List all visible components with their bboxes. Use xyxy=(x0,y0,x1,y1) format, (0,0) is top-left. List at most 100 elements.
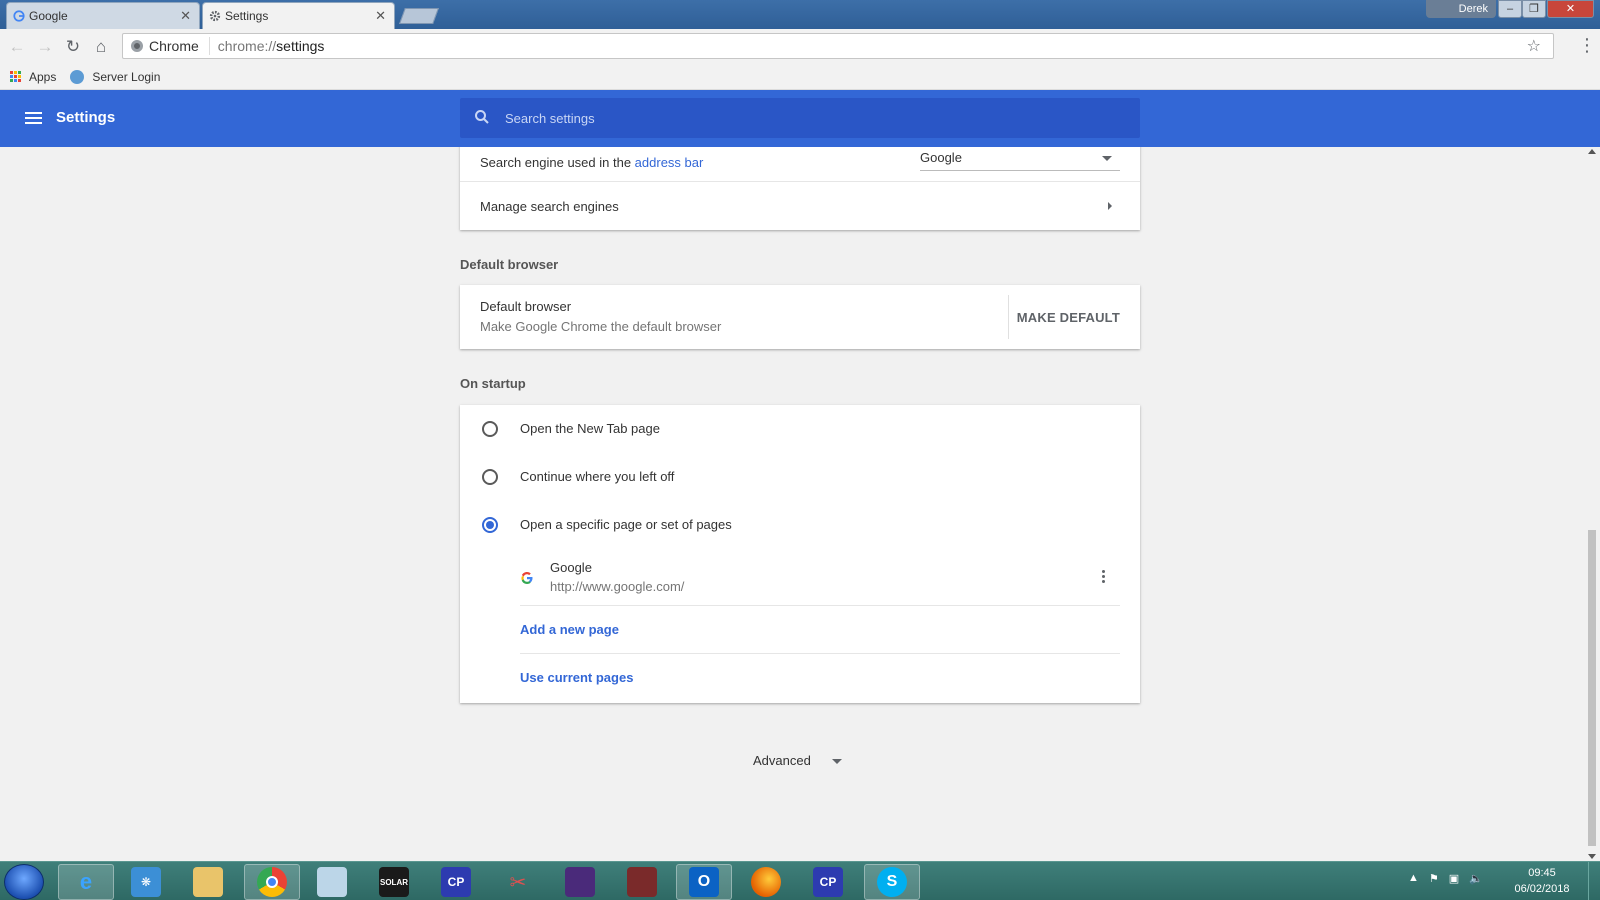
clock-time: 09:45 xyxy=(1528,867,1556,879)
section-title-on-startup: On startup xyxy=(460,376,526,391)
manage-search-engines-row[interactable]: Manage search engines xyxy=(460,182,1140,230)
bookmark-star-icon[interactable]: ☆ xyxy=(1527,36,1541,56)
browser-toolbar: ← → ↻ ⌂ Chrome chrome://settings ☆ ⋮ xyxy=(0,29,1600,64)
back-arrow-icon[interactable]: ← xyxy=(6,36,28,58)
chevron-right-icon xyxy=(1108,202,1112,210)
firefox-icon[interactable] xyxy=(738,864,794,900)
scissors-icon[interactable]: ✂ xyxy=(490,864,546,900)
video-editor-icon[interactable] xyxy=(552,864,608,900)
radio-button-selected[interactable] xyxy=(482,517,498,533)
gear-icon xyxy=(209,10,221,22)
home-icon[interactable]: ⌂ xyxy=(90,36,112,58)
google-g-icon xyxy=(521,572,533,584)
default-browser-title: Default browser xyxy=(480,299,572,314)
minimize-button[interactable]: – xyxy=(1498,0,1522,18)
address-bar[interactable]: Chrome chrome://settings ☆ xyxy=(122,33,1554,59)
server-login-icon xyxy=(70,69,85,84)
section-title-default-browser: Default browser xyxy=(460,257,559,272)
search-engine-select[interactable]: Google xyxy=(920,147,1120,171)
forward-arrow-icon[interactable]: → xyxy=(34,36,56,58)
system-tray: ▲ ⚑ ▣ 🔈 xyxy=(1408,872,1483,885)
add-new-page-link[interactable]: Add a new page xyxy=(520,622,619,637)
startup-option-label: Open the New Tab page xyxy=(520,421,660,436)
manage-search-engines-label: Manage search engines xyxy=(480,198,619,214)
new-tab-button[interactable] xyxy=(399,8,439,24)
startup-page-url: http://www.google.com/ xyxy=(550,579,685,594)
search-engine-card: Search engine used in the address bar Go… xyxy=(460,147,1140,230)
skype-icon[interactable]: S xyxy=(864,864,920,900)
tree-app-icon[interactable]: ❋ xyxy=(118,864,174,900)
tab-settings[interactable]: Settings ✕ xyxy=(202,2,395,29)
file-explorer-icon[interactable] xyxy=(180,864,236,900)
bookmark-label: Apps xyxy=(29,69,57,84)
clock-date: 06/02/2018 xyxy=(1514,883,1570,895)
startup-option-label: Continue where you left off xyxy=(520,469,675,484)
settings-content: Search engine used in the address bar Go… xyxy=(0,147,1584,861)
action-center-icon[interactable]: ⚑ xyxy=(1429,872,1439,885)
reload-icon[interactable]: ↻ xyxy=(62,36,84,58)
internet-explorer-icon[interactable]: e xyxy=(58,864,114,900)
make-default-button[interactable]: MAKE DEFAULT xyxy=(1017,310,1120,325)
chrome-icon[interactable] xyxy=(244,864,300,900)
search-icon xyxy=(475,110,489,124)
film-icon[interactable] xyxy=(614,864,670,900)
url-text[interactable]: chrome://settings xyxy=(210,38,325,54)
default-browser-subtitle: Make Google Chrome the default browser xyxy=(480,319,722,334)
window-close-button[interactable]: ✕ xyxy=(1547,0,1594,18)
browser-menu-icon[interactable]: ⋮ xyxy=(1578,35,1596,56)
startup-page-title: Google xyxy=(550,560,592,575)
maximize-button[interactable]: ❐ xyxy=(1522,0,1546,18)
profile-button[interactable]: Derek xyxy=(1426,0,1496,18)
divider xyxy=(1008,295,1009,339)
startup-option-label: Open a specific page or set of pages xyxy=(520,517,732,532)
outlook-icon[interactable]: O xyxy=(676,864,732,900)
scrollbar-thumb[interactable] xyxy=(1588,530,1596,846)
use-current-pages-link[interactable]: Use current pages xyxy=(520,670,633,685)
cp-icon[interactable]: CP xyxy=(428,864,484,900)
windows-taskbar: e ❋ SOLAR CP ✂ O CP S ▲ ⚑ ▣ 🔈 09:45 06/0… xyxy=(0,861,1600,900)
tab-google[interactable]: Google ✕ xyxy=(6,2,200,29)
scroll-up-icon[interactable] xyxy=(1588,149,1596,154)
search-engine-row: Search engine used in the address bar Go… xyxy=(460,147,1140,181)
cp-icon[interactable]: CP xyxy=(800,864,856,900)
tab-title: Google xyxy=(29,9,68,23)
radio-button[interactable] xyxy=(482,421,498,437)
scroll-down-icon[interactable] xyxy=(1588,854,1596,859)
settings-header: Settings xyxy=(0,90,1600,147)
bookmark-apps[interactable]: Apps xyxy=(10,70,56,84)
page-title: Settings xyxy=(56,109,116,126)
start-button[interactable] xyxy=(4,864,44,900)
tray-expand-icon[interactable]: ▲ xyxy=(1408,872,1419,885)
apps-grid-icon xyxy=(10,71,21,82)
browser-titlebar: Google ✕ Settings ✕ Derek – ❐ ✕ xyxy=(0,0,1600,29)
advanced-label: Advanced xyxy=(753,753,811,768)
chrome-icon xyxy=(131,40,143,52)
menu-icon[interactable] xyxy=(25,112,42,124)
close-icon[interactable]: ✕ xyxy=(375,8,386,24)
search-engine-label: Search engine used in the address bar xyxy=(480,154,704,170)
chevron-down-icon xyxy=(832,759,842,764)
bookmark-server-login[interactable]: Server Login xyxy=(70,69,161,84)
tab-title: Settings xyxy=(225,9,269,23)
google-g-icon xyxy=(13,10,25,22)
more-options-icon[interactable] xyxy=(1102,570,1106,585)
network-icon[interactable]: ▣ xyxy=(1449,872,1459,885)
search-settings-box[interactable] xyxy=(460,98,1140,138)
chevron-down-icon xyxy=(1102,156,1112,161)
scrollbar[interactable] xyxy=(1584,147,1600,861)
notepad-icon[interactable] xyxy=(304,864,360,900)
site-label: Chrome xyxy=(149,38,199,54)
radio-button[interactable] xyxy=(482,469,498,485)
divider xyxy=(520,653,1120,654)
search-input[interactable] xyxy=(505,98,1105,138)
close-icon[interactable]: ✕ xyxy=(180,8,191,24)
solar-icon[interactable]: SOLAR xyxy=(366,864,422,900)
on-startup-card: Open the New Tab page Continue where you… xyxy=(460,405,1140,703)
bookmark-label: Server Login xyxy=(92,69,161,84)
show-desktop-button[interactable] xyxy=(1588,862,1600,900)
clock[interactable]: 09:45 06/02/2018 xyxy=(1506,865,1578,897)
address-bar-link[interactable]: address bar xyxy=(635,155,704,170)
bookmarks-bar: Apps Server Login xyxy=(0,64,1600,90)
volume-icon[interactable]: 🔈 xyxy=(1469,872,1483,885)
site-info[interactable]: Chrome xyxy=(123,37,210,55)
